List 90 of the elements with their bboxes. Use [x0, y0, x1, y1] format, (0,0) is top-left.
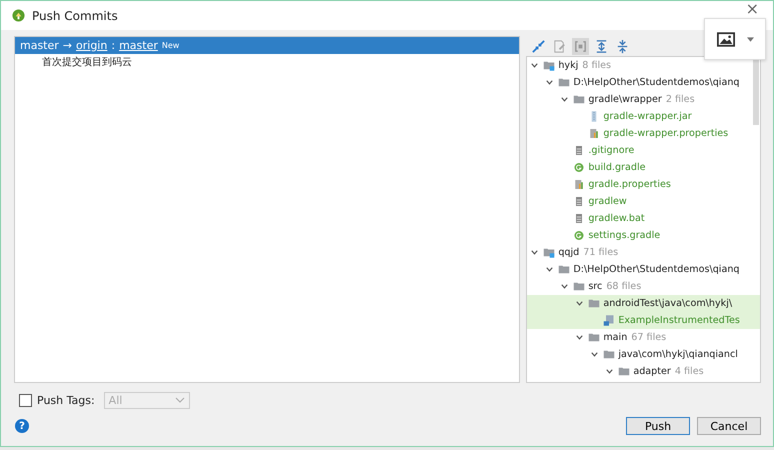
properties-file-icon — [588, 128, 600, 139]
tree-item-label: D:\HelpOther\Studentdemos\qianq — [573, 264, 740, 275]
scrollbar-thumb[interactable] — [753, 59, 759, 125]
tree-item-label: hykj — [558, 60, 578, 71]
remote-link[interactable]: origin — [76, 39, 108, 52]
push-button[interactable]: Push — [626, 417, 690, 435]
file-count: 4 files — [674, 366, 704, 377]
commit-message[interactable]: 首次提交项目到码云 — [15, 54, 520, 71]
tree-item-label: gradle-wrapper.jar — [603, 111, 692, 122]
tree-item-label: .gitignore — [588, 145, 634, 156]
folder-icon — [603, 349, 616, 360]
tree-row[interactable]: adapter 4 files — [527, 363, 760, 380]
tree-row[interactable]: D:\HelpOther\Studentdemos\qianq — [527, 74, 760, 91]
tree-row[interactable]: gradlew — [527, 193, 760, 210]
chevron-icon[interactable] — [575, 333, 584, 342]
chevron-icon[interactable] — [530, 248, 540, 257]
window-title: Push Commits — [32, 8, 118, 22]
chevron-icon[interactable] — [605, 367, 614, 376]
tree-item-label: gradlew — [588, 196, 627, 207]
file-count: 2 files — [666, 94, 695, 105]
folder-icon — [558, 77, 570, 88]
folder-icon — [588, 298, 600, 309]
file-count: 67 files — [631, 332, 666, 343]
tree-row[interactable]: .gitignore — [527, 142, 760, 159]
tree-row[interactable]: qqjd 71 files — [527, 244, 760, 261]
separator-text: : — [111, 39, 116, 52]
tree-item-label: ExampleInstrumentedTes — [618, 315, 740, 326]
tree-item-label: settings.gradle — [588, 230, 660, 241]
properties-file-icon — [573, 179, 586, 190]
tree-item-label: src — [588, 281, 602, 292]
tree-row[interactable]: java\com\hykj\qianqiancl — [527, 346, 760, 363]
g-badge-icon — [573, 162, 586, 173]
tree-row[interactable]: gradle-wrapper.jar — [527, 108, 760, 125]
folder-icon — [573, 281, 586, 292]
tree-item-label: gradlew.bat — [588, 213, 645, 224]
chevron-icon[interactable] — [530, 61, 540, 70]
help-button[interactable]: ? — [15, 419, 29, 433]
folder-icon — [558, 264, 570, 275]
tree-row[interactable]: androidTest\java\com\hykj\ — [527, 295, 760, 312]
image-menu-button[interactable] — [704, 18, 766, 60]
tree-row[interactable]: main 67 files — [527, 329, 760, 346]
close-button[interactable]: × — [746, 1, 759, 17]
java-class-icon — [603, 315, 616, 326]
tree-row[interactable]: gradle\wrapper 2 files — [527, 91, 760, 108]
chevron-icon[interactable] — [590, 350, 600, 359]
tree-item-label: gradle-wrapper.properties — [603, 128, 728, 139]
tree-item-label: gradle.properties — [588, 179, 671, 190]
chevron-icon[interactable] — [560, 95, 570, 104]
tree-row[interactable]: gradle.properties — [527, 176, 760, 193]
chevron-icon[interactable] — [575, 299, 584, 308]
local-branch: master — [20, 39, 59, 52]
remote-branch-link[interactable]: master — [119, 39, 158, 52]
tree-item-label: build.gradle — [588, 162, 646, 173]
chevron-down-icon — [174, 397, 185, 403]
push-spec-row[interactable]: master → origin : master New — [15, 37, 520, 54]
tree-item-label: gradle\wrapper — [588, 94, 662, 105]
new-tag: New — [162, 41, 180, 50]
tree-row[interactable]: build.gradle — [527, 159, 760, 176]
chevron-icon[interactable] — [545, 265, 554, 274]
tree-row[interactable]: gradle-wrapper.properties — [527, 125, 760, 142]
tree-row[interactable]: ExampleInstrumentedTes — [527, 312, 760, 329]
push-tags-label: Push Tags: — [37, 394, 95, 406]
folder-icon — [573, 94, 586, 105]
module-folder-icon — [543, 60, 556, 71]
tree-item-label: qqjd — [558, 247, 580, 258]
tree-row[interactable]: settings.gradle — [527, 227, 760, 244]
tree-item-label: adapter — [633, 366, 671, 377]
tree-row[interactable]: src 68 files — [527, 278, 760, 295]
chevron-icon[interactable] — [545, 78, 554, 87]
tree-item-label: java\com\hykj\qianqiancl — [618, 349, 738, 360]
folder-icon — [588, 332, 600, 343]
dropdown-caret-icon[interactable] — [746, 36, 754, 42]
tree-item-label: androidTest\java\com\hykj\ — [603, 298, 732, 309]
file-count: 71 files — [583, 247, 618, 258]
g-badge-icon — [573, 230, 586, 241]
app-logo-icon — [12, 9, 25, 22]
file-count: 68 files — [606, 281, 642, 292]
image-icon[interactable] — [716, 32, 734, 46]
tree-row[interactable]: gradlew.bat — [527, 210, 760, 227]
arrows-icon[interactable] — [530, 38, 548, 54]
tree-row[interactable]: D:\HelpOther\Studentdemos\qianq — [527, 261, 760, 278]
chevron-icon[interactable] — [560, 282, 570, 291]
cancel-button[interactable]: Cancel — [697, 417, 761, 435]
module-folder-icon — [543, 247, 556, 258]
folder-icon — [618, 366, 630, 377]
tree-row[interactable]: hykj 8 files — [527, 57, 760, 74]
file-count: 8 files — [582, 60, 612, 71]
tree-item-label: main — [603, 332, 628, 343]
tree-item-label: D:\HelpOther\Studentdemos\qianq — [573, 77, 740, 88]
arrow-text: → — [62, 39, 72, 52]
